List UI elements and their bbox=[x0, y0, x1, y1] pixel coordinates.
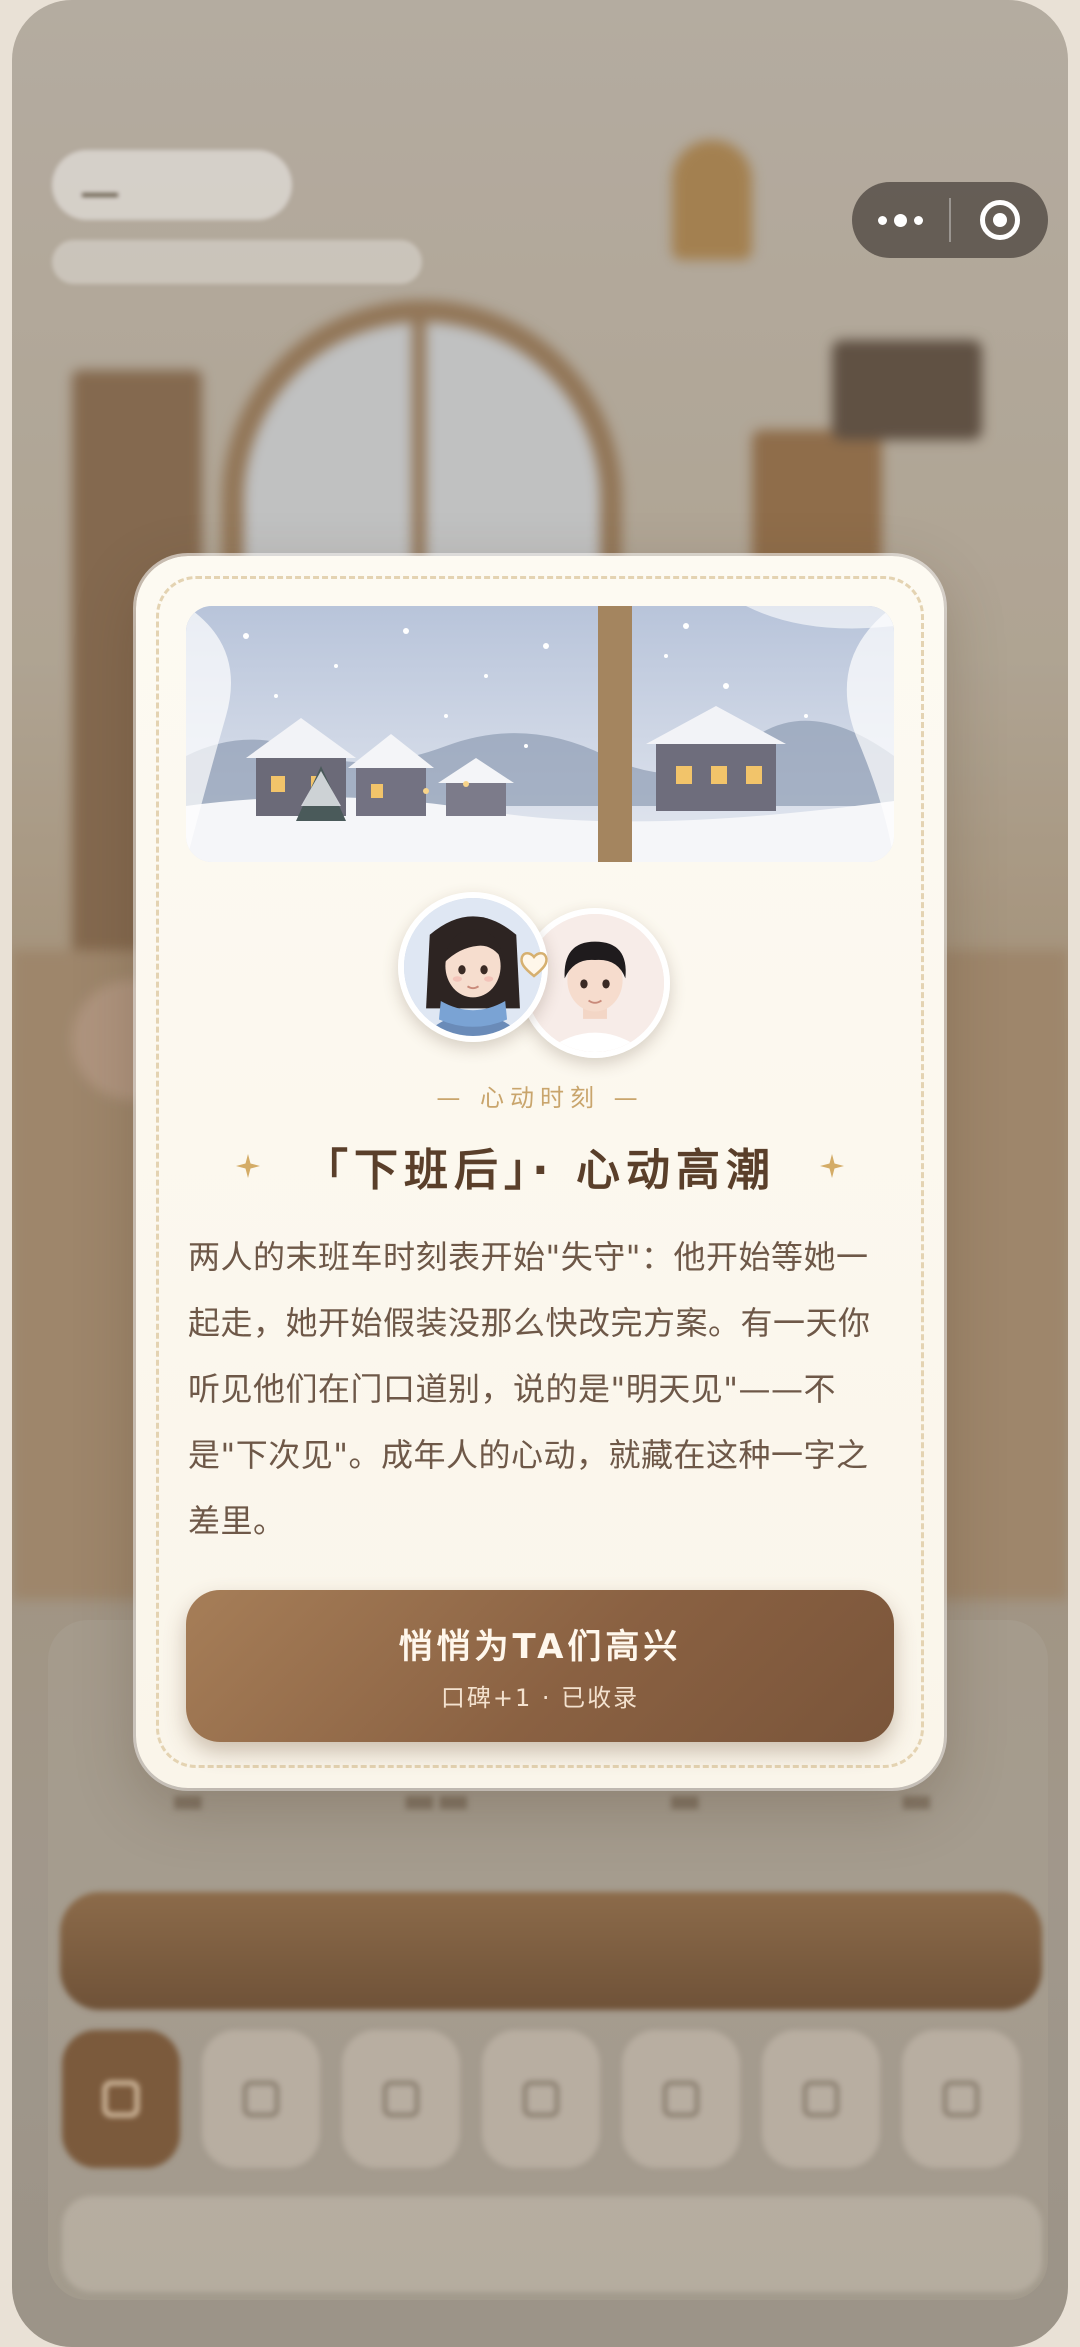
heart-icon bbox=[520, 952, 548, 978]
nav-item-home[interactable] bbox=[62, 2030, 180, 2168]
sparkle-icon bbox=[820, 1154, 845, 1178]
pencil-icon bbox=[803, 2081, 839, 2117]
main-action-button[interactable] bbox=[60, 1892, 1042, 2010]
nav-item-link[interactable] bbox=[342, 2030, 460, 2168]
modal-eyebrow: — 心动时刻 — bbox=[436, 1084, 644, 1112]
happy-for-them-button[interactable]: 悄悄为TA们高兴 口碑+1 · 已收录 bbox=[186, 1590, 894, 1742]
modal-body-text: 两人的末班车时刻表开始"失守"：他开始等她一起走，她开始假装没那么快改完方案。有… bbox=[188, 1238, 871, 1540]
footer-button[interactable] bbox=[62, 2196, 1042, 2292]
more-button[interactable] bbox=[852, 182, 949, 258]
nav-item-records[interactable] bbox=[622, 2030, 740, 2168]
heartbeat-moment-modal: — 心动时刻 — 「下班后」· 心动高潮 两人的末班车时刻表开始"失守"：他开始… bbox=[136, 556, 944, 1788]
target-icon bbox=[979, 200, 1020, 240]
home-icon bbox=[103, 2081, 139, 2117]
snowy-window-illustration bbox=[186, 606, 894, 862]
nav-item-edit[interactable] bbox=[762, 2030, 880, 2168]
miniprogram-capsule bbox=[852, 182, 1048, 258]
cta-subtitle: 口碑+1 · 已收录 bbox=[440, 1684, 640, 1712]
signal-icon bbox=[82, 173, 118, 197]
nav-item-people[interactable] bbox=[202, 2030, 320, 2168]
link-icon bbox=[383, 2081, 419, 2117]
bottom-nav bbox=[62, 2030, 1042, 2168]
nav-item-archive[interactable] bbox=[902, 2030, 1020, 2168]
calendar-icon bbox=[523, 2081, 559, 2117]
person-icon bbox=[243, 2081, 279, 2117]
nav-item-events[interactable] bbox=[482, 2030, 600, 2168]
document-icon bbox=[663, 2081, 699, 2117]
close-miniprogram-button[interactable] bbox=[951, 182, 1048, 258]
box-icon bbox=[943, 2081, 979, 2117]
couple-avatars bbox=[398, 892, 698, 1058]
modal-title: 「下班后」· 心动高潮 bbox=[303, 1145, 777, 1196]
status-subtitle bbox=[52, 240, 422, 284]
more-dots-icon bbox=[878, 213, 923, 227]
cta-label: 悄悄为TA们高兴 bbox=[398, 1627, 682, 1667]
sparkle-icon bbox=[235, 1154, 260, 1178]
title-row: 「下班后」· 心动高潮 bbox=[136, 1134, 944, 1198]
status-pill bbox=[52, 150, 292, 220]
